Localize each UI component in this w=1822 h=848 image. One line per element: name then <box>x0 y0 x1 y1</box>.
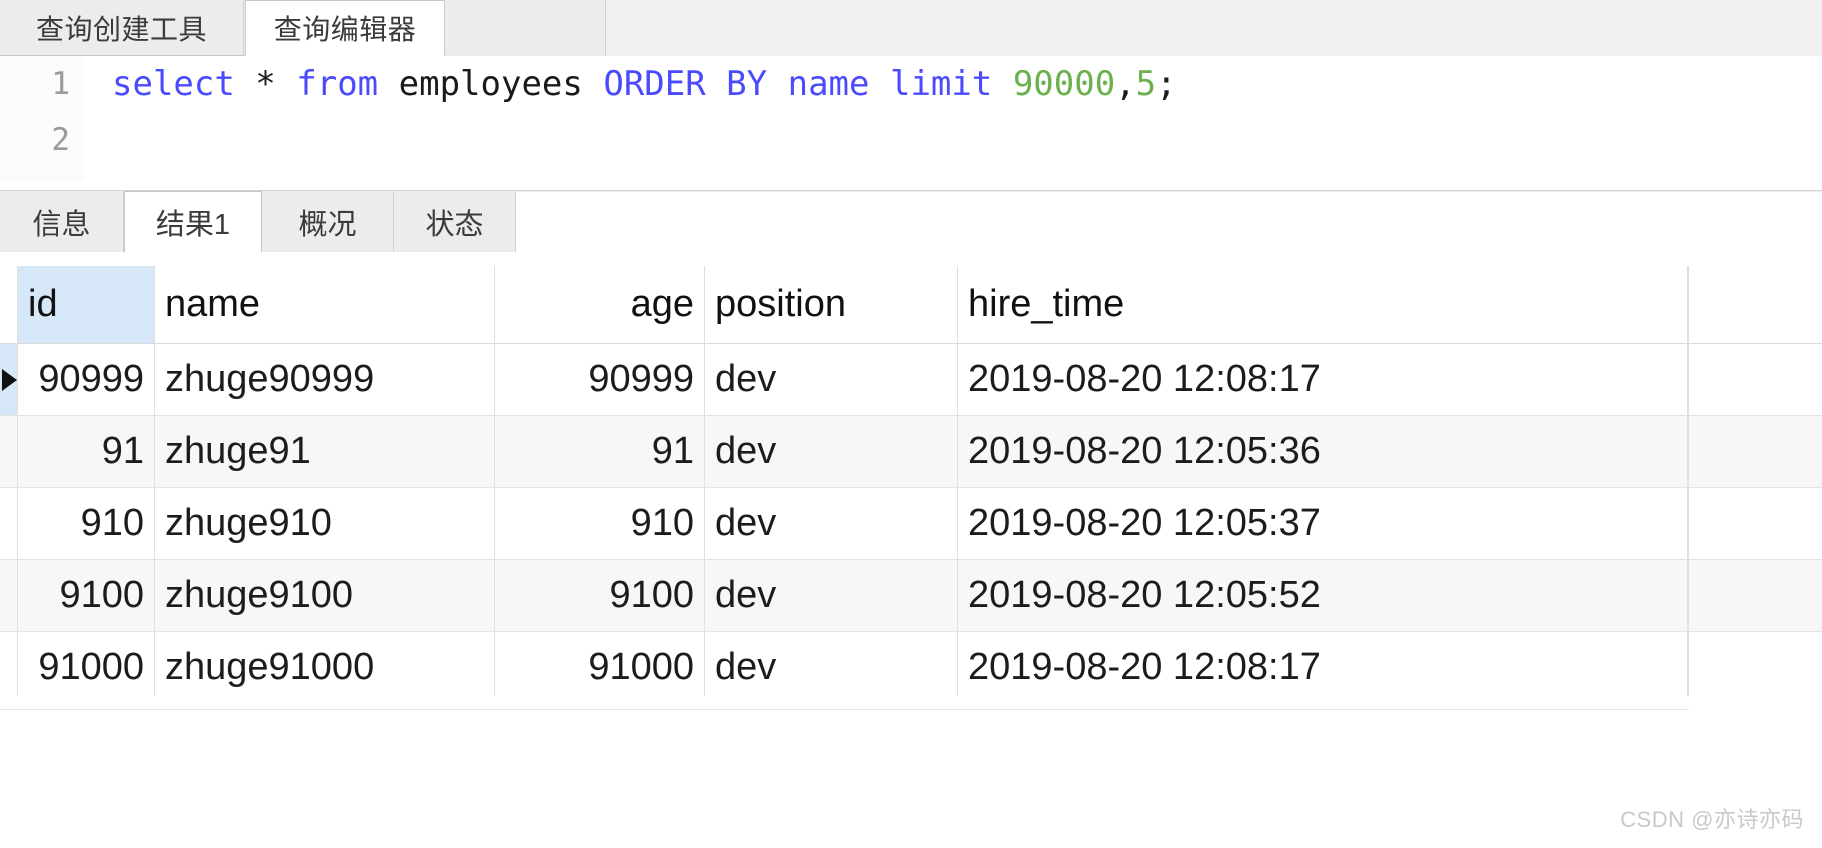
cell-age[interactable]: 91000 <box>495 632 705 696</box>
current-row-arrow-icon <box>1 368 17 391</box>
result-tabbar-filler <box>516 192 1822 252</box>
cell-filler <box>1688 416 1822 487</box>
line-number-1: 1 <box>51 66 70 102</box>
cell-id[interactable]: 90999 <box>18 344 155 415</box>
table-row[interactable]: 9100 zhuge9100 9100 dev 2019-08-20 12:05:52 <box>0 560 1822 632</box>
grid-header-row: id name age position hire_time <box>0 266 1822 344</box>
cell-position[interactable]: dev <box>705 344 958 415</box>
row-header-cell[interactable] <box>0 632 18 696</box>
row-header-cell[interactable] <box>0 560 18 631</box>
editor-tabbar-filler-segment <box>446 0 606 56</box>
cell-age[interactable]: 90999 <box>495 344 705 415</box>
cell-filler <box>1688 560 1822 631</box>
line-number-gutter: 1 2 <box>0 56 84 181</box>
sql-token-punct-3 <box>378 64 398 104</box>
cell-name[interactable]: zhuge91 <box>155 416 495 487</box>
editor-tabbar-filler <box>446 0 1822 56</box>
tab-query-editor[interactable]: 查询编辑器 <box>245 0 445 56</box>
column-header-id[interactable]: id <box>18 266 155 343</box>
cell-age[interactable]: 910 <box>495 488 705 559</box>
cell-id[interactable]: 910 <box>18 488 155 559</box>
cell-age[interactable]: 9100 <box>495 560 705 631</box>
row-header-cell[interactable] <box>0 416 18 487</box>
csdn-watermark: CSDN @亦诗亦码 <box>1620 807 1804 832</box>
cell-hire_time[interactable]: 2019-08-20 12:08:17 <box>958 344 1688 415</box>
sql-token-number-14: 5 <box>1135 64 1157 104</box>
column-header-name[interactable]: name <box>155 266 495 343</box>
code-area[interactable]: select * from employees ORDER BY name li… <box>84 56 1822 181</box>
cell-age[interactable]: 91 <box>495 416 705 487</box>
tab-profile[interactable]: 概况 <box>262 192 394 252</box>
sql-token-punct-15: ; <box>1156 64 1177 104</box>
sql-token-punct-7 <box>767 64 787 104</box>
sql-token-keyword-6: ORDER BY <box>603 64 768 104</box>
sql-token-identifier-4: employees <box>398 64 583 104</box>
sql-editor[interactable]: 1 2 select * from employees ORDER BY nam… <box>0 56 1822 181</box>
column-header-age[interactable]: age <box>495 266 705 343</box>
sql-token-number-12: 90000 <box>1012 64 1116 104</box>
cell-id[interactable]: 91000 <box>18 632 155 696</box>
line-number-2: 2 <box>51 122 70 158</box>
cell-id[interactable]: 9100 <box>18 560 155 631</box>
cell-position[interactable]: dev <box>705 416 958 487</box>
cell-position[interactable]: dev <box>705 632 958 696</box>
grid-corner-cell <box>0 266 18 343</box>
table-row[interactable]: 90999 zhuge90999 90999 dev 2019-08-20 12:08:… <box>0 344 1822 416</box>
sql-empty-line[interactable] <box>84 112 1822 168</box>
result-grid[interactable]: id name age position hire_time 90999 zhuge9099… <box>0 266 1822 696</box>
tab-result-1[interactable]: 结果1 <box>124 191 262 253</box>
sql-token-punct-11 <box>992 64 1012 104</box>
tab-info[interactable]: 信息 <box>0 192 124 252</box>
grid-footer-area: CSDN @亦诗亦码 <box>0 696 1822 848</box>
sql-statement-line[interactable]: select * from employees ORDER BY name li… <box>84 56 1822 112</box>
cell-filler <box>1688 632 1822 696</box>
table-row[interactable]: 91 zhuge91 91 dev 2019-08-20 12:05:36 <box>0 416 1822 488</box>
sql-token-punct-5 <box>583 64 603 104</box>
cell-position[interactable]: dev <box>705 488 958 559</box>
row-header-cell[interactable] <box>0 488 18 559</box>
table-row[interactable]: 910 zhuge910 910 dev 2019-08-20 12:05:37 <box>0 488 1822 560</box>
sql-token-keyword-8: name <box>787 64 870 104</box>
cell-id[interactable]: 91 <box>18 416 155 487</box>
cell-name[interactable]: zhuge9100 <box>155 560 495 631</box>
cell-name[interactable]: zhuge90999 <box>155 344 495 415</box>
editor-tabbar: 查询创建工具 查询编辑器 <box>0 0 1822 56</box>
sql-client-window: 查询创建工具 查询编辑器 1 2 select * from employees… <box>0 0 1822 848</box>
tab-status[interactable]: 状态 <box>394 192 516 252</box>
cell-name[interactable]: zhuge91000 <box>155 632 495 696</box>
sql-token-punct-13: , <box>1115 64 1136 104</box>
sql-token-punct-9 <box>869 64 889 104</box>
column-header-position[interactable]: position <box>705 266 958 343</box>
result-tabbar: 信息 结果1 概况 状态 <box>0 190 1822 253</box>
cell-filler <box>1688 488 1822 559</box>
cell-name[interactable]: zhuge910 <box>155 488 495 559</box>
column-header-hire_time[interactable]: hire_time <box>958 266 1688 343</box>
cell-filler <box>1688 344 1822 415</box>
table-row[interactable]: 91000 zhuge91000 91000 dev 2019-08-20 12:08:… <box>0 632 1822 696</box>
sql-token-keyword-10: limit <box>889 64 993 104</box>
cell-position[interactable]: dev <box>705 560 958 631</box>
column-header-filler <box>1688 266 1822 343</box>
grid-bottom-edge <box>0 696 1689 710</box>
tab-query-builder[interactable]: 查询创建工具 <box>0 0 244 56</box>
cell-hire_time[interactable]: 2019-08-20 12:08:17 <box>958 632 1688 696</box>
cell-hire_time[interactable]: 2019-08-20 12:05:37 <box>958 488 1688 559</box>
cell-hire_time[interactable]: 2019-08-20 12:05:36 <box>958 416 1688 487</box>
sql-token-keyword-0: select <box>112 64 235 104</box>
cell-hire_time[interactable]: 2019-08-20 12:05:52 <box>958 560 1688 631</box>
sql-token-punct-1: * <box>234 64 297 104</box>
grid-right-edge <box>1688 266 1689 710</box>
sql-token-keyword-2: from <box>296 64 379 104</box>
row-header-cell[interactable] <box>0 344 18 415</box>
